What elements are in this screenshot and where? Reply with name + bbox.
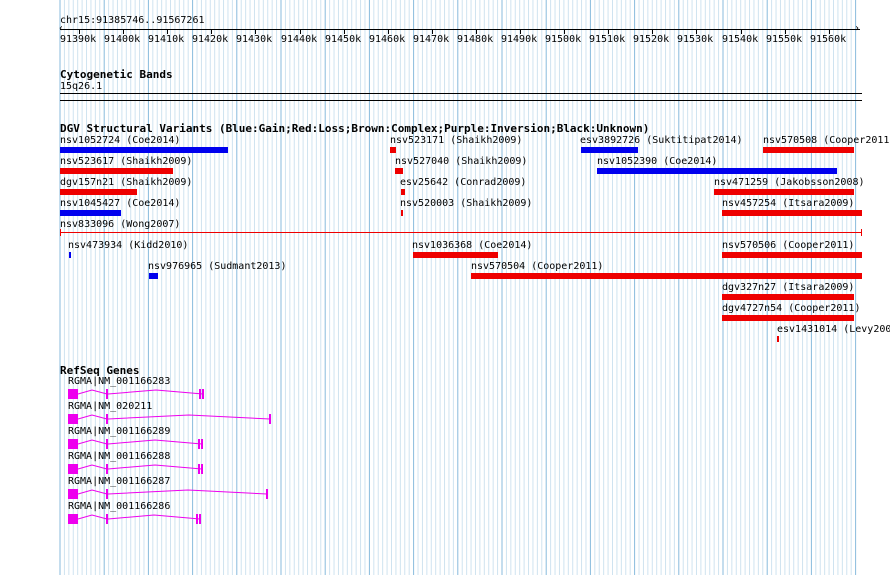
dgv-variant-label[interactable]: esv25642 (Conrad2009) bbox=[400, 177, 526, 189]
cytoband-track-title: Cytogenetic Bands bbox=[60, 68, 173, 81]
ruler-tick-label: 91550k bbox=[766, 34, 803, 45]
region-label: chr15:91385746..91567261 bbox=[60, 15, 205, 26]
ruler-tick-label: 91560k bbox=[810, 34, 847, 45]
ruler-tick-label: 91400k bbox=[104, 34, 141, 45]
dgv-variant-bar[interactable] bbox=[581, 147, 638, 153]
dgv-divider bbox=[60, 232, 862, 233]
dgv-variant-label[interactable]: nsv457254 (Itsara2009) bbox=[722, 198, 854, 210]
dgv-divider-right-cap bbox=[861, 229, 862, 236]
dgv-variant-label[interactable]: nsv527040 (Shaikh2009) bbox=[395, 156, 527, 168]
dgv-variant-bar[interactable] bbox=[390, 147, 396, 153]
dgv-variant-label[interactable]: nsv1045427 (Coe2014) bbox=[60, 198, 180, 210]
dgv-variant-bar[interactable] bbox=[763, 147, 854, 153]
dgv-variant-label[interactable]: nsv471259 (Jakobsson2008) bbox=[714, 177, 865, 189]
dgv-variant-label[interactable]: nsv570506 (Cooper2011) bbox=[722, 240, 854, 252]
dgv-variant-label[interactable]: nsv1052724 (Coe2014) bbox=[60, 135, 180, 147]
dgv-variant-bar[interactable] bbox=[60, 189, 137, 195]
dgv-variant-bar[interactable] bbox=[714, 189, 854, 195]
dgv-variant-bar[interactable] bbox=[722, 252, 862, 258]
dgv-variant-bar[interactable] bbox=[722, 315, 854, 321]
ruler-tick-label: 91510k bbox=[589, 34, 626, 45]
dgv-variant-label[interactable]: nsv976965 (Sudmant2013) bbox=[148, 261, 286, 273]
dgv-variant-bar[interactable] bbox=[777, 336, 779, 342]
ruler-tick-label: 91540k bbox=[722, 34, 759, 45]
dgv-variant-label[interactable]: nsv1036368 (Coe2014) bbox=[412, 240, 532, 252]
dgv-variant-bar[interactable] bbox=[60, 210, 121, 216]
dgv-variant-bar[interactable] bbox=[395, 168, 403, 174]
cytoband-label: 15q26.1 bbox=[60, 81, 103, 92]
ruler-tick-label: 91520k bbox=[633, 34, 670, 45]
dgv-variant-label[interactable]: esv1431014 (Levy2007) bbox=[777, 324, 890, 336]
dgv-variant-bar[interactable] bbox=[60, 168, 173, 174]
dgv-variant-label[interactable]: nsv570504 (Cooper2011) bbox=[471, 261, 603, 273]
dgv-track-title: DGV Structural Variants (Blue:Gain;Red:L… bbox=[60, 122, 650, 135]
ruler-tick-label: 91460k bbox=[369, 34, 406, 45]
cytoband-line-top bbox=[60, 93, 862, 94]
ruler-tick-label: 91470k bbox=[413, 34, 450, 45]
dgv-variant-label[interactable]: nsv473934 (Kidd2010) bbox=[68, 240, 188, 252]
dgv-variant-bar[interactable] bbox=[401, 189, 405, 195]
cytoband-line-bottom bbox=[60, 100, 862, 101]
ruler-tick-label: 91480k bbox=[457, 34, 494, 45]
dgv-variant-label[interactable]: dgv4727n54 (Cooper2011) bbox=[722, 303, 860, 315]
ruler-tick-label: 91420k bbox=[192, 34, 229, 45]
dgv-variant-label[interactable]: nsv570508 (Cooper2011) bbox=[763, 135, 890, 147]
ruler-tick-label: 91430k bbox=[236, 34, 273, 45]
dgv-variant-bar[interactable] bbox=[60, 147, 228, 153]
refseq-gene-model[interactable] bbox=[0, 509, 890, 529]
dgv-variant-label[interactable]: nsv1052390 (Coe2014) bbox=[597, 156, 717, 168]
dgv-variant-label[interactable]: dgv157n21 (Shaikh2009) bbox=[60, 177, 192, 189]
dgv-variant-bar[interactable] bbox=[722, 210, 862, 216]
dgv-variant-bar[interactable] bbox=[597, 168, 837, 174]
dgv-variant-label[interactable]: nsv520003 (Shaikh2009) bbox=[400, 198, 532, 210]
dgv-variant-bar[interactable] bbox=[69, 252, 71, 258]
dgv-variant-label[interactable]: nsv523617 (Shaikh2009) bbox=[60, 156, 192, 168]
ruler-axis bbox=[60, 29, 860, 30]
dgv-variant-label[interactable]: dgv327n27 (Itsara2009) bbox=[722, 282, 854, 294]
ruler-tick-label: 91450k bbox=[325, 34, 362, 45]
dgv-variant-bar[interactable] bbox=[149, 273, 158, 279]
ruler-tick-label: 91490k bbox=[501, 34, 538, 45]
ruler-tick-label: 91390k bbox=[60, 34, 97, 45]
dgv-variant-label[interactable]: nsv523171 (Shaikh2009) bbox=[390, 135, 522, 147]
ruler-tick-label: 91500k bbox=[545, 34, 582, 45]
dgv-divider-left-cap bbox=[60, 229, 61, 236]
ruler-tick-label: 91410k bbox=[148, 34, 185, 45]
ruler-tick-label: 91530k bbox=[677, 34, 714, 45]
ruler-right-arrow-icon: › bbox=[854, 23, 861, 34]
dgv-variant-label[interactable]: esv3892726 (Suktitipat2014) bbox=[580, 135, 743, 147]
ruler-tick-label: 91440k bbox=[281, 34, 318, 45]
dgv-variant-bar[interactable] bbox=[471, 273, 862, 279]
dgv-variant-label[interactable]: nsv833096 (Wong2007) bbox=[60, 219, 180, 231]
dgv-variant-bar[interactable] bbox=[722, 294, 854, 300]
dgv-variant-bar[interactable] bbox=[401, 210, 403, 216]
dgv-variant-bar[interactable] bbox=[413, 252, 498, 258]
